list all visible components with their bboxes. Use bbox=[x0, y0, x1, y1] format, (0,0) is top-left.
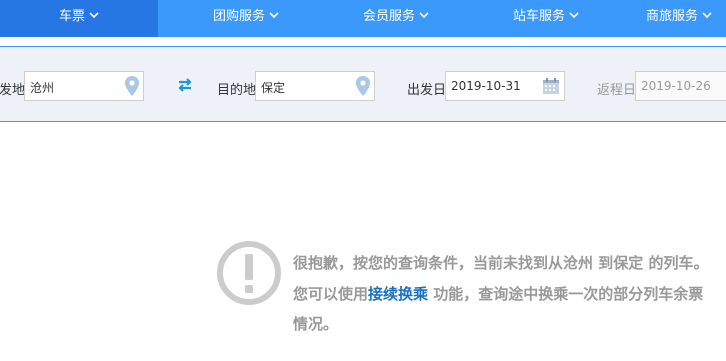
return-date-value: 2019-10-26 bbox=[641, 79, 711, 93]
depart-date-input[interactable]: 2019-10-31 bbox=[445, 71, 565, 101]
search-bar: 发地 沧州 目的地 保定 出发日 2019-10-31 返程日 2019-10-… bbox=[0, 46, 726, 122]
nav-item-label: 车票 bbox=[58, 9, 85, 24]
to-station-input[interactable]: 保定 bbox=[255, 71, 375, 101]
return-date-label: 返程日 bbox=[597, 83, 637, 98]
to-station-value: 保定 bbox=[261, 81, 286, 95]
swap-stations-button[interactable] bbox=[176, 78, 194, 95]
location-pin-icon bbox=[356, 76, 370, 99]
chevron-down-icon bbox=[702, 0, 712, 32]
nav-item-label: 团购服务 bbox=[212, 9, 265, 24]
from-station-input[interactable]: 沧州 bbox=[24, 71, 144, 101]
chevron-down-icon bbox=[419, 0, 429, 32]
nav-item-member-service[interactable]: 会员服务 bbox=[346, 0, 446, 37]
chevron-down-icon bbox=[569, 0, 579, 32]
location-pin-icon bbox=[125, 76, 139, 99]
nav-item-label: 站车服务 bbox=[512, 9, 565, 24]
nav-item-business-service[interactable]: 商旅服务 bbox=[646, 0, 726, 37]
nav-item-station-service[interactable]: 站车服务 bbox=[496, 0, 596, 37]
no-result-message: 很抱歉，按您的查询条件，当前未找到从沧州 到保定 的列车。您可以使用接续换乘 功… bbox=[293, 248, 718, 340]
exclamation-circle-icon bbox=[216, 240, 282, 309]
calendar-icon[interactable] bbox=[542, 77, 560, 98]
top-nav: 车票 团购服务 会员服务 站车服务 商旅服务 bbox=[0, 0, 726, 37]
from-label: 发地 bbox=[0, 83, 26, 98]
chevron-down-icon bbox=[89, 0, 99, 32]
return-date-input[interactable]: 2019-10-26 bbox=[635, 71, 726, 101]
nav-item-label: 会员服务 bbox=[362, 9, 415, 24]
swap-icon bbox=[178, 78, 192, 92]
transfer-link[interactable]: 接续换乘 bbox=[368, 285, 428, 303]
depart-date-value: 2019-10-31 bbox=[451, 79, 521, 93]
nav-item-group-service[interactable]: 团购服务 bbox=[196, 0, 296, 37]
chevron-down-icon bbox=[269, 0, 279, 32]
to-label: 目的地 bbox=[217, 83, 257, 98]
nav-item-tickets[interactable]: 车票 bbox=[0, 0, 158, 37]
from-station-value: 沧州 bbox=[30, 81, 55, 95]
nav-item-label: 商旅服务 bbox=[646, 9, 699, 24]
depart-date-label: 出发日 bbox=[407, 83, 447, 98]
